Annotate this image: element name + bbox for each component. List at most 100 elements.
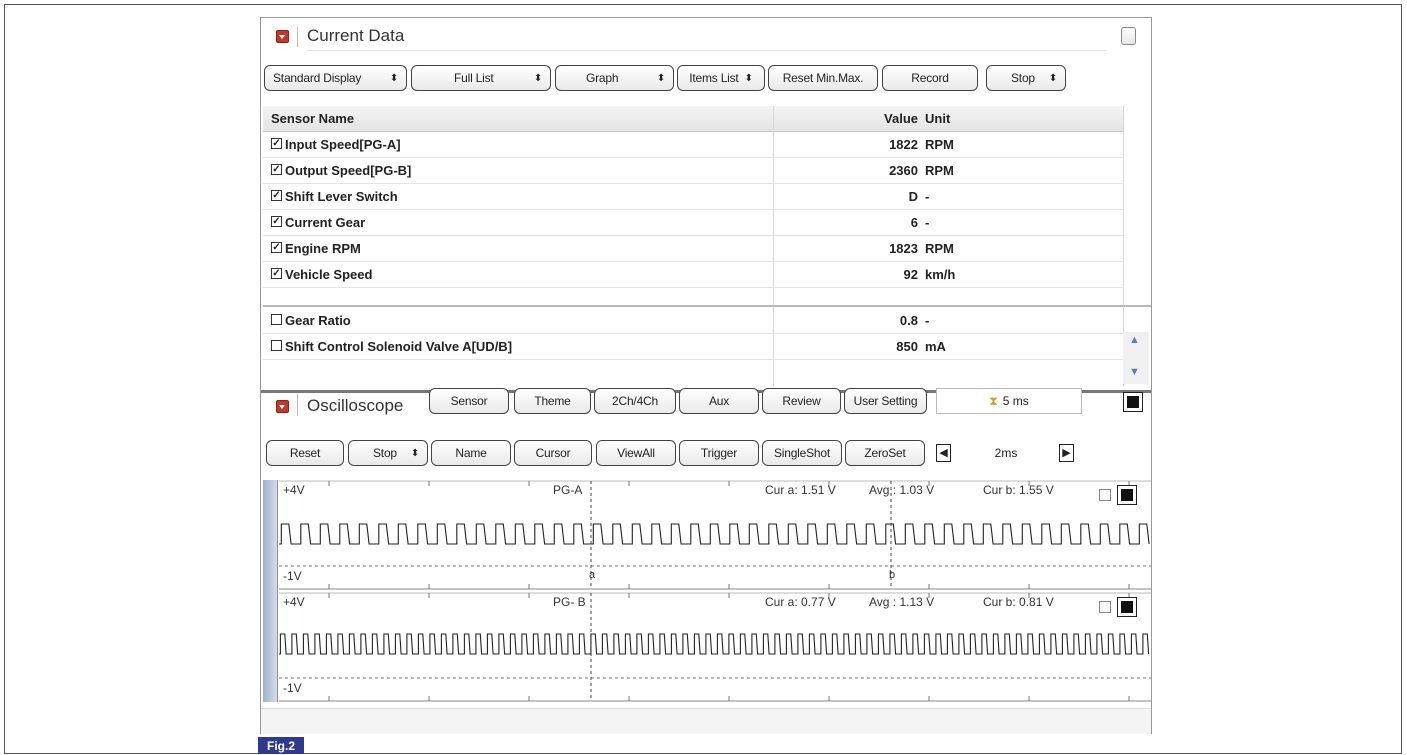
table-row[interactable]: ✓ Vehicle Speed 92 km/h <box>263 262 1123 288</box>
time-increase-icon[interactable]: ▶ <box>1059 444 1074 462</box>
ymin-label: -1V <box>283 681 302 695</box>
sensor-unit: - <box>925 313 930 328</box>
maximize-icon[interactable] <box>1123 392 1143 412</box>
trace-checkbox[interactable] <box>1099 489 1111 501</box>
standard-display-label: Standard Display <box>273 71 362 85</box>
row-checkbox[interactable]: ✓ <box>271 138 282 149</box>
row-checkbox[interactable]: ✓ <box>271 164 282 175</box>
fixed-rows-divider <box>263 305 1151 307</box>
trigger-button[interactable]: Trigger <box>679 440 759 466</box>
standard-display-select[interactable]: Standard Display ⬍ <box>264 65 407 91</box>
collapse-icon[interactable] <box>276 30 289 43</box>
sensor-name-header: Sensor Name <box>271 111 355 126</box>
cursor-a-readout: Cur a: 1.51 V <box>765 483 836 497</box>
row-checkbox[interactable]: ✓ <box>271 216 282 227</box>
sensor-name: Input Speed[PG-A] <box>285 137 401 152</box>
trace-name: PG- B <box>553 595 586 609</box>
sensor-value: 1823 <box>889 241 918 256</box>
table-row[interactable]: ✓ Input Speed[PG-A] 1822 RPM <box>263 132 1123 158</box>
table-header: Sensor Name Value Unit <box>263 106 1123 132</box>
name-button[interactable]: Name <box>431 440 511 466</box>
time-scale: 2ms <box>957 440 1055 466</box>
table-row[interactable]: ✓ Output Speed[PG-B] 2360 RPM <box>263 158 1123 184</box>
select-arrow-icon: ⬍ <box>656 72 665 84</box>
trace-maximize-icon[interactable] <box>1117 485 1137 505</box>
row-checkbox[interactable]: ✓ <box>271 268 282 279</box>
trace-checkbox[interactable] <box>1099 601 1111 613</box>
record-button[interactable]: Record <box>882 65 978 91</box>
theme-button[interactable]: Theme <box>514 388 591 414</box>
waveform-path <box>279 523 1150 545</box>
time-display-value: 5 ms <box>1002 394 1029 408</box>
title-separator <box>297 394 298 416</box>
table-row[interactable]: ✓ Engine RPM 1823 RPM <box>263 236 1123 262</box>
sensor-value: 1822 <box>889 137 918 152</box>
sensor-name: Vehicle Speed <box>285 267 373 282</box>
scope-stop-select[interactable]: Stop ⬍ <box>348 440 428 466</box>
sensor-button[interactable]: Sensor <box>429 388 509 414</box>
table-row[interactable]: ✓ Current Gear 6- <box>263 210 1123 236</box>
single-shot-button[interactable]: SingleShot <box>762 440 842 466</box>
collapse-icon[interactable] <box>276 400 289 413</box>
table-row[interactable]: Gear Ratio 0.8- <box>263 308 1123 334</box>
graph-select[interactable]: Graph ⬍ <box>555 65 674 91</box>
cursor-a-marker: a <box>589 569 596 581</box>
scroll-up-icon[interactable]: ▲ <box>1129 334 1140 346</box>
channels-button[interactable]: 2Ch/4Ch <box>594 388 676 414</box>
title-separator <box>297 27 298 47</box>
ymin-label: -1V <box>283 569 302 583</box>
hourglass-icon: ⧗ <box>989 393 998 408</box>
trace-maximize-icon[interactable] <box>1117 597 1137 617</box>
oscilloscope-title: Oscilloscope <box>307 396 404 415</box>
user-setting-button[interactable]: User Setting <box>844 388 927 414</box>
row-checkbox[interactable]: ✓ <box>271 190 282 201</box>
stop-label: Stop <box>1011 71 1035 85</box>
document-icon[interactable] <box>1121 27 1136 45</box>
current-data-titlebar: Current Data <box>261 18 1151 54</box>
ymax-label: +4V <box>283 595 305 609</box>
stop-select[interactable]: Stop ⬍ <box>986 65 1066 91</box>
sensor-value: 850 <box>896 339 918 354</box>
select-arrow-icon: ⬍ <box>410 447 419 459</box>
cursor-b-marker: b <box>889 569 896 581</box>
sensor-value: 2360 <box>889 163 918 178</box>
sensor-name: Output Speed[PG-B] <box>285 163 412 178</box>
aux-button[interactable]: Aux <box>679 388 759 414</box>
view-all-button[interactable]: ViewAll <box>596 440 676 466</box>
sensor-unit: RPM <box>925 241 954 256</box>
average-readout: Avg : 1.13 V <box>869 595 935 609</box>
reset-min-max-button[interactable]: Reset Min.Max. <box>768 65 878 91</box>
table-row[interactable]: Shift Control Solenoid Valve A[UD/B] 850 m… <box>263 334 1123 360</box>
time-decrease-icon[interactable]: ◀ <box>936 444 951 462</box>
sensor-unit: - <box>925 189 930 204</box>
horizontal-scrollbar[interactable] <box>261 708 1151 734</box>
sensor-unit: RPM <box>925 137 954 152</box>
review-button[interactable]: Review <box>762 388 841 414</box>
sensor-unit: RPM <box>925 163 954 178</box>
sensor-name: Gear Ratio <box>285 313 351 328</box>
cursor-b-readout: Cur b: 1.55 V <box>983 483 1054 497</box>
zero-set-button[interactable]: ZeroSet <box>845 440 925 466</box>
trace-pg-a: +4V -1V PG-A Cur a: 1.51 V Avg : 1.03 V … <box>279 480 1151 590</box>
reset-button[interactable]: Reset <box>266 440 344 466</box>
row-checkbox[interactable] <box>271 340 282 351</box>
table-scrollbar[interactable]: ▲ ▼ <box>1123 332 1149 384</box>
trace-pg-b: +4V -1V PG- B Cur a: 0.77 V Avg : 1.13 V… <box>279 592 1151 702</box>
row-checkbox[interactable]: ✓ <box>271 242 282 253</box>
trace-name: PG-A <box>553 483 583 497</box>
select-arrow-icon: ⬍ <box>1048 72 1057 84</box>
table-row[interactable]: ✓ Shift Lever Switch D - <box>263 184 1123 210</box>
figure-label: Fig.2 <box>258 737 304 754</box>
sensor-unit: km/h <box>925 267 956 282</box>
full-list-select[interactable]: Full List ⬍ <box>411 65 551 91</box>
select-arrow-icon: ⬍ <box>744 72 753 84</box>
cursor-a-readout: Cur a: 0.77 V <box>765 595 836 609</box>
graph-label: Graph <box>586 71 619 85</box>
scope-side-tab[interactable] <box>263 480 278 702</box>
unit-header: Unit <box>925 111 951 126</box>
row-checkbox[interactable] <box>271 314 282 325</box>
cursor-button[interactable]: Cursor <box>514 440 592 466</box>
items-list-select[interactable]: Items List ⬍ <box>677 65 765 91</box>
value-header: Value <box>884 111 918 126</box>
scroll-down-icon[interactable]: ▼ <box>1129 366 1140 378</box>
